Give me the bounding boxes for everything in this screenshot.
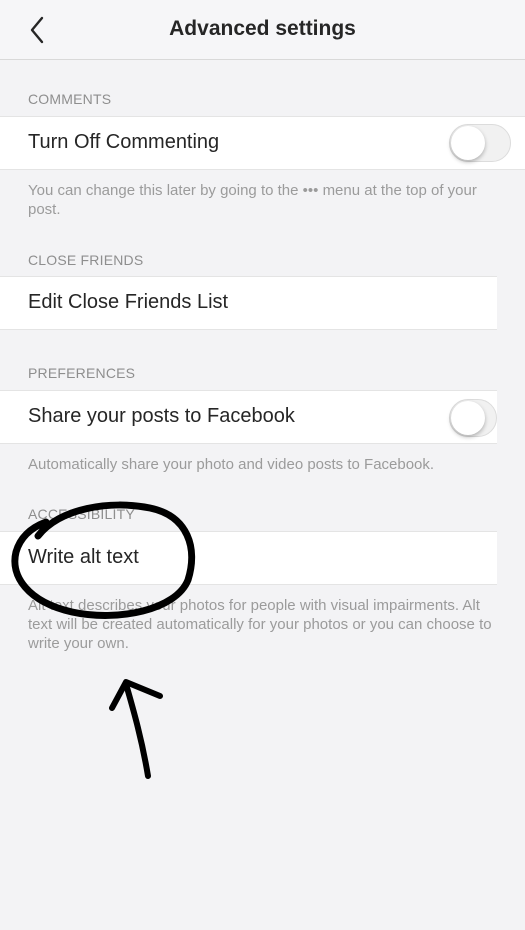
annotation-arrow-head xyxy=(109,679,163,711)
accessibility-help-text: Alt text describes your photos for peopl… xyxy=(28,597,492,652)
comments-help-text: You can change this later by going to th… xyxy=(28,182,477,218)
section-label-accessibility: ACCESSIBILITY xyxy=(28,506,135,522)
share-to-facebook-toggle[interactable] xyxy=(449,399,497,437)
row-label-share-to-facebook: Share your posts to Facebook xyxy=(28,405,295,427)
turn-off-commenting-toggle[interactable] xyxy=(449,124,511,162)
row-label-edit-close-friends-list: Edit Close Friends List xyxy=(28,291,229,313)
row-share-to-facebook[interactable]: Share your posts to Facebook xyxy=(0,390,497,444)
page-title: Advanced settings xyxy=(169,17,356,40)
row-turn-off-commenting[interactable]: Turn Off Commenting xyxy=(0,116,525,170)
navigation-header: Advanced settings xyxy=(0,0,525,60)
section-label-preferences: PREFERENCES xyxy=(28,365,136,381)
row-write-alt-text[interactable]: Write alt text xyxy=(0,531,497,585)
section-label-close-friends: CLOSE FRIENDS xyxy=(28,252,144,268)
section-label-comments: COMMENTS xyxy=(28,91,112,107)
row-label-turn-off-commenting: Turn Off Commenting xyxy=(28,131,220,153)
toggle-knob xyxy=(451,126,485,160)
row-edit-close-friends-list[interactable]: Edit Close Friends List xyxy=(0,276,497,330)
annotation-arrow-shaft xyxy=(123,681,151,779)
preferences-help-text: Automatically share your photo and video… xyxy=(28,456,435,473)
row-label-write-alt-text: Write alt text xyxy=(28,546,139,568)
toggle-knob xyxy=(451,401,485,435)
